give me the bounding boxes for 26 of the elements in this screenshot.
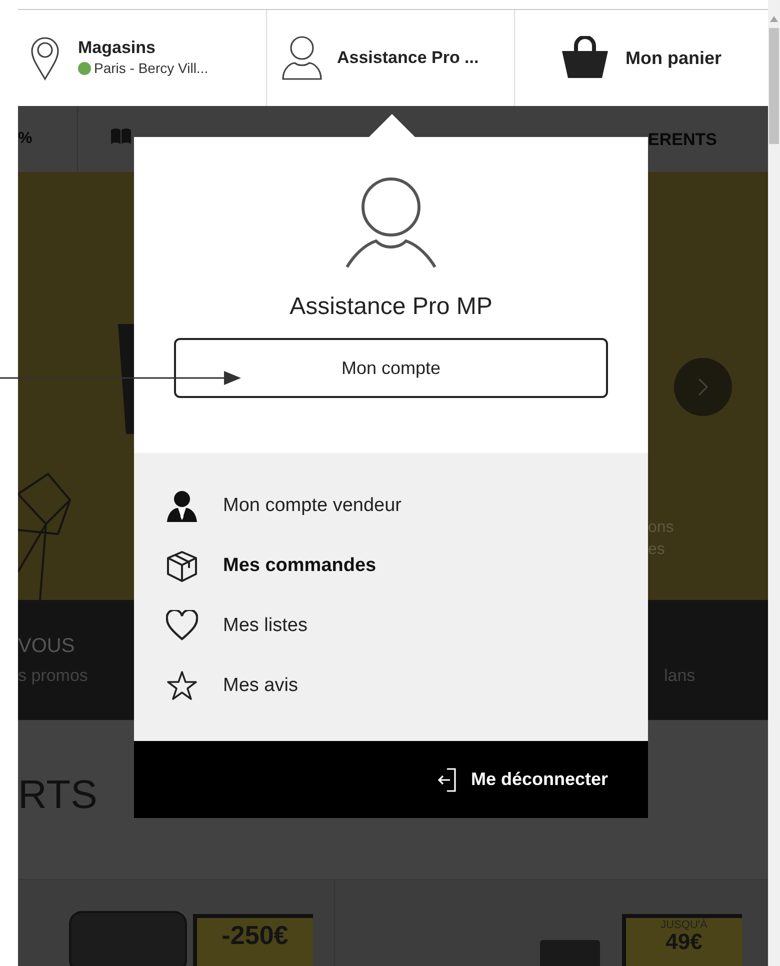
book-icon xyxy=(110,128,132,144)
person-tie-icon xyxy=(166,490,198,522)
menu-item[interactable]: Mon compte vendeur xyxy=(223,492,402,520)
logout-link[interactable]: Me déconnecter xyxy=(470,766,608,793)
console-drawing xyxy=(540,940,600,966)
menu-item[interactable]: Mes commandes xyxy=(223,552,376,580)
promo-title: VOUS xyxy=(18,636,75,656)
stores-title[interactable]: Magasins xyxy=(78,36,208,58)
menu-item[interactable]: Mes listes xyxy=(223,612,308,640)
location-pin-icon xyxy=(30,35,60,81)
cart-label[interactable]: Mon panier xyxy=(625,44,722,72)
chevron-right-icon xyxy=(698,378,708,396)
user-icon xyxy=(281,35,323,81)
account-label[interactable]: Assistance Pro ... xyxy=(337,45,479,71)
star-icon xyxy=(166,670,198,702)
store-location[interactable]: Paris - Bercy Vill... xyxy=(94,58,208,80)
shopping-bag-icon xyxy=(561,36,610,80)
scrollbar-thumb[interactable] xyxy=(769,28,779,144)
account-name: Assistance Pro MP xyxy=(290,292,492,322)
box-icon xyxy=(166,550,198,582)
my-account-button[interactable]: Mon compte xyxy=(174,338,608,398)
user-icon xyxy=(344,177,438,269)
heart-icon xyxy=(166,610,198,642)
menu-item[interactable]: Mes avis xyxy=(223,672,298,700)
logout-icon xyxy=(436,768,457,792)
scroll-up-icon[interactable] xyxy=(770,16,778,22)
